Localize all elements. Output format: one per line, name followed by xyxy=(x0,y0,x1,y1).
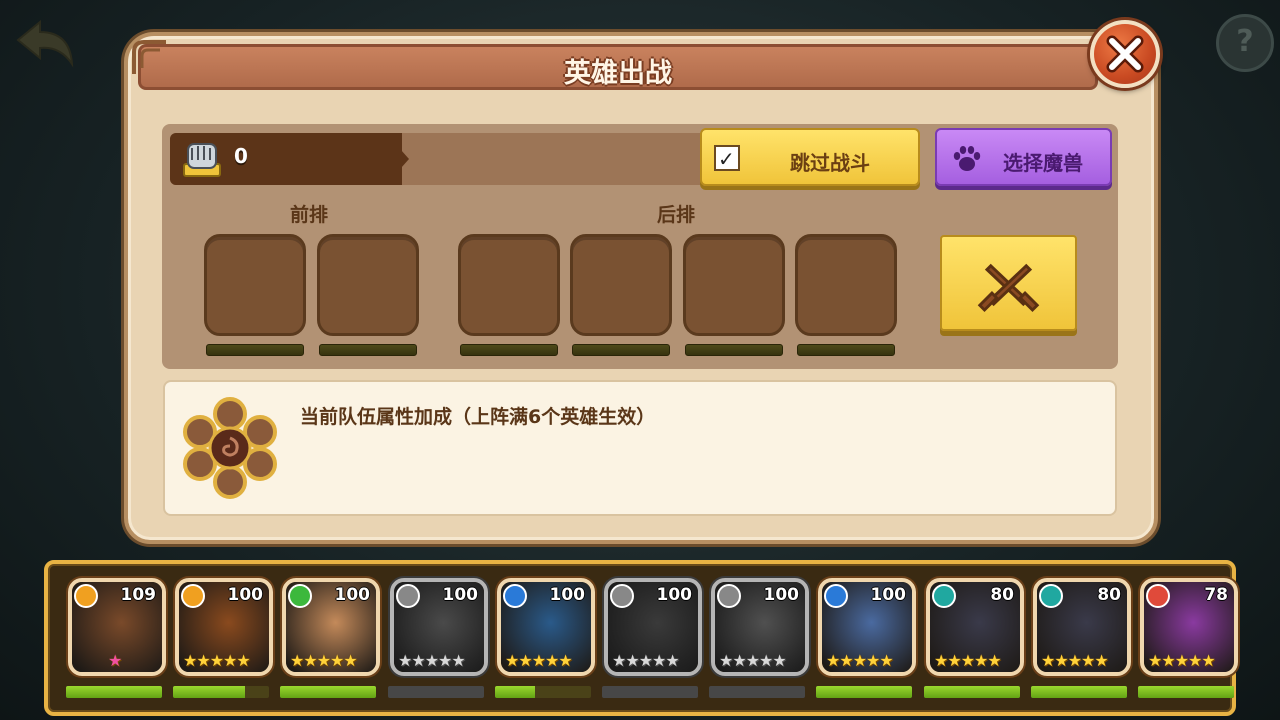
back-slot-2[interactable] xyxy=(570,234,672,336)
back-slot-3[interactable] xyxy=(683,234,785,336)
hero-stars: ★★★★★ xyxy=(183,651,251,670)
holy-element-icon xyxy=(717,584,741,608)
hero-hp-bar xyxy=(602,686,698,698)
hero-stars: ★★★★★ xyxy=(934,651,1002,670)
front-slot-2[interactable] xyxy=(317,234,419,336)
fist-power-icon xyxy=(183,143,221,177)
hero-card[interactable]: 80 ★★★★★ xyxy=(926,578,1024,676)
hero-card[interactable]: 78 ★★★★★ xyxy=(1140,578,1238,676)
start-battle-button[interactable] xyxy=(940,235,1077,331)
hero-hp-bar xyxy=(280,686,376,698)
back-arrow-icon[interactable] xyxy=(14,18,76,68)
back-slot-1-bar xyxy=(460,344,558,356)
close-icon xyxy=(1106,35,1144,73)
hero-hp-bar xyxy=(173,686,269,698)
hero-hp-fill xyxy=(1138,686,1234,698)
hero-level: 109 xyxy=(120,585,157,605)
crossed-swords-icon xyxy=(977,263,1040,313)
death-element-icon xyxy=(932,584,956,608)
front-row-label: 前排 xyxy=(290,204,329,226)
corner-ornament-icon xyxy=(132,40,166,74)
hero-hp-bar xyxy=(816,686,912,698)
hero-hp-bar xyxy=(495,686,591,698)
hero-hp-bar xyxy=(924,686,1020,698)
back-slot-3-bar xyxy=(685,344,783,356)
hero-level: 80 xyxy=(990,585,1014,605)
paw-icon xyxy=(953,146,981,171)
back-slot-4-bar xyxy=(797,344,895,356)
hero-hp-fill xyxy=(66,686,162,698)
hero-stars: ★★★★★ xyxy=(612,651,680,670)
hero-stars: ★★★★★ xyxy=(719,651,787,670)
power-bar-arrow xyxy=(401,150,409,168)
help-icon[interactable]: ? xyxy=(1216,14,1274,72)
hero-card[interactable]: 100 ★★★★★ xyxy=(818,578,916,676)
hero-hp-fill xyxy=(924,686,1020,698)
title-bar: 英雄出战 xyxy=(138,44,1098,90)
dialog-title: 英雄出战 xyxy=(564,58,672,89)
hero-level: 100 xyxy=(870,585,907,605)
back-slot-1[interactable] xyxy=(458,234,560,336)
hero-card[interactable]: 100 ★★★★★ xyxy=(390,578,488,676)
back-slot-4[interactable] xyxy=(795,234,897,336)
hero-hp-fill xyxy=(173,686,245,698)
front-slot-2-bar xyxy=(319,344,417,356)
holy-element-icon xyxy=(503,584,527,608)
hero-level: 100 xyxy=(763,585,800,605)
hero-level: 100 xyxy=(442,585,479,605)
close-button[interactable] xyxy=(1090,20,1160,88)
hero-hp-fill xyxy=(1031,686,1127,698)
hero-level: 100 xyxy=(227,585,264,605)
back-slot-2-bar xyxy=(572,344,670,356)
fire-element-icon xyxy=(74,584,98,608)
skip-battle-label: 跳过战斗 xyxy=(790,151,870,175)
hero-card[interactable]: 100 ★★★★★ xyxy=(604,578,702,676)
hero-level: 80 xyxy=(1097,585,1121,605)
wind-element-icon xyxy=(396,584,420,608)
hero-stars: ★★★★★ xyxy=(398,651,466,670)
hero-hp-bar xyxy=(709,686,805,698)
skip-battle-checkbox[interactable]: ✓ xyxy=(714,145,740,171)
hero-stars: ★★★★★ xyxy=(1041,651,1109,670)
chaos-element-icon xyxy=(1146,584,1170,608)
hero-level: 100 xyxy=(334,585,371,605)
holy-element-icon xyxy=(610,584,634,608)
hero-level: 78 xyxy=(1204,585,1228,605)
hero-level: 100 xyxy=(656,585,693,605)
nature-element-icon xyxy=(288,584,312,608)
hero-hp-fill xyxy=(495,686,536,698)
hero-card[interactable]: 100 ★★★★★ xyxy=(282,578,380,676)
select-beast-label: 选择魔兽 xyxy=(1003,151,1083,175)
team-bonus-panel xyxy=(163,380,1117,516)
death-element-icon xyxy=(1039,584,1063,608)
front-slot-1[interactable] xyxy=(204,234,306,336)
checkmark-icon: ✓ xyxy=(718,147,735,171)
power-value: 0 xyxy=(234,144,248,168)
hero-hp-bar xyxy=(66,686,162,698)
front-slot-1-bar xyxy=(206,344,304,356)
hero-card[interactable]: 100 ★★★★★ xyxy=(175,578,273,676)
hero-card[interactable]: 100 ★★★★★ xyxy=(711,578,809,676)
team-bonus-text: 当前队伍属性加成（上阵满6个英雄生效） xyxy=(300,406,656,428)
team-bonus-emblem-icon[interactable] xyxy=(176,394,284,502)
hero-hp-fill xyxy=(816,686,912,698)
hero-stars: ★★★★★ xyxy=(505,651,573,670)
hero-level: 100 xyxy=(549,585,586,605)
hero-stars: ★★★★★ xyxy=(1148,651,1216,670)
hero-hp-bar xyxy=(388,686,484,698)
hero-hp-fill xyxy=(280,686,376,698)
hero-stars: ★★★★★ xyxy=(826,651,894,670)
hero-hp-bar xyxy=(1031,686,1127,698)
back-row-label: 后排 xyxy=(657,204,696,226)
fire-element-icon xyxy=(181,584,205,608)
hero-stars: ★★★★★ xyxy=(290,651,358,670)
holy-element-icon xyxy=(824,584,848,608)
hero-card[interactable]: 100 ★★★★★ xyxy=(497,578,595,676)
hero-card[interactable]: 109 ★ xyxy=(68,578,166,676)
hero-card[interactable]: 80 ★★★★★ xyxy=(1033,578,1131,676)
hero-stars: ★ xyxy=(108,651,122,670)
hero-hp-bar xyxy=(1138,686,1234,698)
